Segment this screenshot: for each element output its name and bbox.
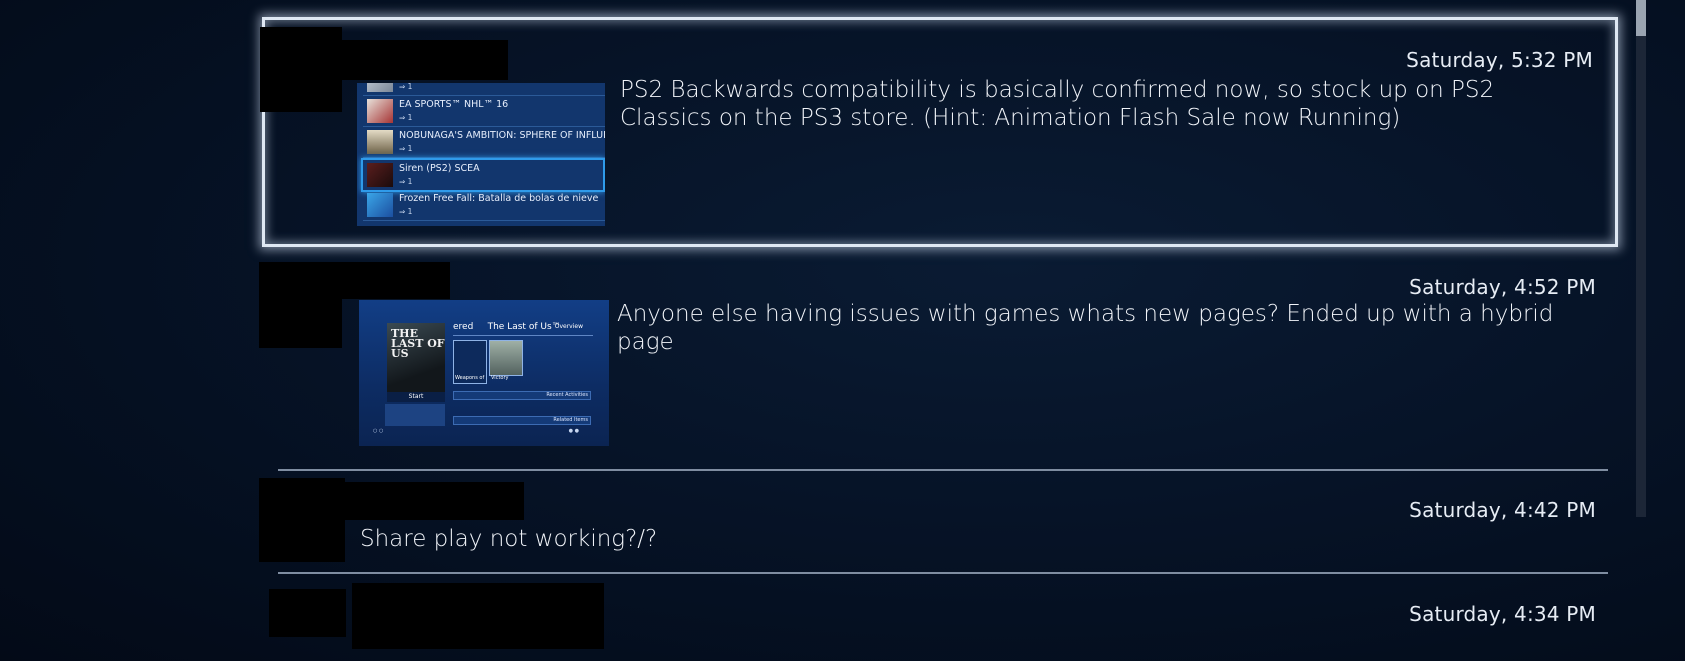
post-screenshot[interactable]: ⇒ 1 EA SPORTS™ NHL™ 16 ⇒ 1 NOBUNAGA'S AM… xyxy=(357,83,605,226)
tile-label: Weapons of xyxy=(455,375,485,381)
game-title: Siren (PS2) SCEA xyxy=(399,163,480,174)
panel-recent-activities: Recent Activities xyxy=(453,391,591,400)
feed-post[interactable]: Saturday, 4:42 PM Share play not working… xyxy=(259,470,1618,574)
trophy-count: ⇒ 1 xyxy=(399,207,413,216)
avatar[interactable] xyxy=(260,27,342,112)
post-timestamp: Saturday, 4:42 PM xyxy=(1409,498,1596,522)
game-icon xyxy=(367,99,393,123)
scrollbar-thumb[interactable] xyxy=(1636,0,1646,36)
trophy-count: ⇒ 1 xyxy=(399,177,413,186)
list-item-selected: Siren (PS2) SCEA ⇒ 1 xyxy=(361,158,605,192)
game-cover: THE LAST OF US xyxy=(387,323,445,393)
game-icon xyxy=(367,163,393,187)
list-item: NOBUNAGA'S AMBITION: SPHERE OF INFLUENCE… xyxy=(363,127,605,158)
trophy-count: ⇒ 1 xyxy=(399,113,413,122)
post-message: Share play not working?/? xyxy=(360,526,658,552)
feed-post[interactable]: Saturday, 4:52 PM THE LAST OF US Start e… xyxy=(259,245,1618,471)
list-item: EA SPORTS™ NHL™ 16 ⇒ 1 xyxy=(363,96,605,127)
avatar[interactable] xyxy=(259,478,345,562)
post-timestamp: Saturday, 5:32 PM xyxy=(1406,48,1593,72)
share-hint: ● ● xyxy=(568,428,579,434)
game-title: NOBUNAGA'S AMBITION: SPHERE OF INFLUENCE xyxy=(399,130,605,141)
post-message: PS2 Backwards compatibility is basically… xyxy=(620,77,1495,131)
game-icon xyxy=(367,130,393,154)
list-item: ⇒ 1 xyxy=(363,83,605,96)
tab-overview: Overview xyxy=(554,323,583,330)
post-screenshot[interactable]: THE LAST OF US Start ered The Last of Us… xyxy=(359,300,609,446)
avatar[interactable] xyxy=(269,589,346,637)
avatar[interactable] xyxy=(259,262,342,348)
scrollbar[interactable] xyxy=(1636,0,1646,517)
username-redacted[interactable] xyxy=(341,262,450,299)
game-title: Frozen Free Fall: Batalla de bolas de ni… xyxy=(399,193,599,204)
game-icon xyxy=(367,83,393,92)
divider xyxy=(453,335,593,336)
feed-post[interactable]: Saturday, 4:34 PM xyxy=(262,574,1618,661)
feed-post[interactable]: Saturday, 5:32 PM ⇒ 1 EA SPORTS™ NHL™ 16… xyxy=(260,17,1618,247)
trophy-count: ⇒ 1 xyxy=(399,83,413,91)
content-tile xyxy=(489,340,523,376)
username-redacted[interactable] xyxy=(340,40,508,80)
start-button: Start xyxy=(387,392,445,402)
post-message: Anyone else having issues with games wha… xyxy=(617,301,1554,355)
username-redacted[interactable] xyxy=(345,482,524,520)
post-timestamp: Saturday, 4:52 PM xyxy=(1409,275,1596,299)
game-page-title: ered The Last of Us™ xyxy=(453,322,561,332)
game-title: EA SPORTS™ NHL™ 16 xyxy=(399,99,509,110)
username-redacted[interactable] xyxy=(352,583,604,649)
activity-feed: Saturday, 5:32 PM ⇒ 1 EA SPORTS™ NHL™ 16… xyxy=(259,0,1618,661)
game-menu xyxy=(385,404,445,426)
post-timestamp: Saturday, 4:34 PM xyxy=(1409,602,1596,626)
tile-label: Victory xyxy=(491,375,509,381)
trophy-count: ⇒ 1 xyxy=(399,144,413,153)
game-icon xyxy=(367,193,393,217)
list-item: Frozen Free Fall: Batalla de bolas de ni… xyxy=(363,190,605,221)
panel-related-items: Related Items xyxy=(453,416,591,425)
button-hints: ○ ○ xyxy=(373,428,384,434)
